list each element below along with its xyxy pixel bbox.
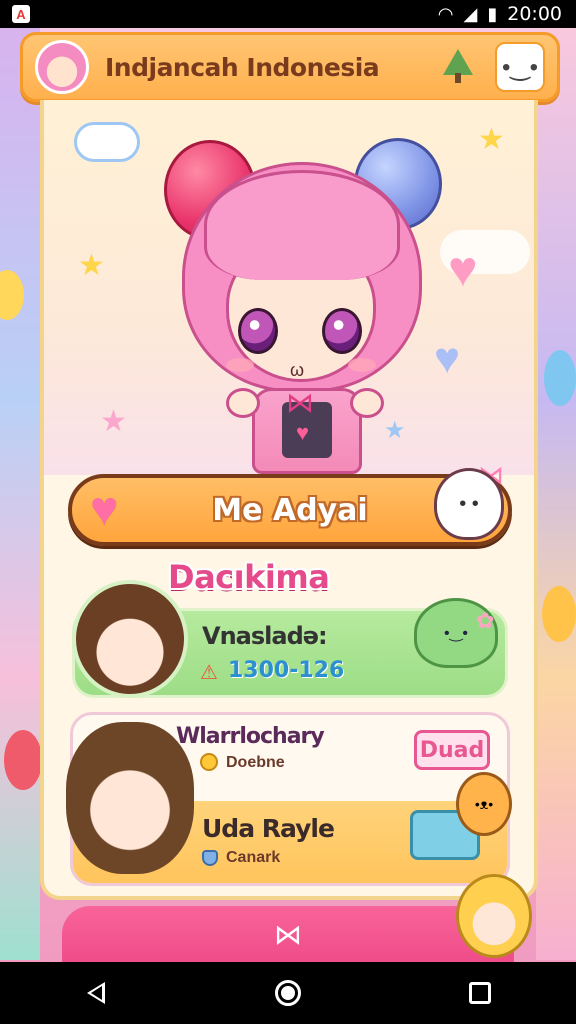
hair-bangs (204, 170, 400, 280)
balloon-decoration (544, 350, 576, 406)
app-notification-icon: A (12, 5, 30, 23)
right-eye (322, 308, 362, 354)
wifi-icon: ◠ (437, 3, 454, 24)
status-right: ◠ ◢ ▮ 20:00 (438, 3, 562, 25)
star-decoration: ★ (78, 249, 105, 282)
action-label: Me Adyai (212, 492, 368, 528)
status-bar: A ◠ ◢ ▮ 20:00 (0, 0, 576, 28)
character-illustration: ω ⋈ ♥ (134, 130, 454, 475)
bear-mascot-icon: •ᴥ• (456, 772, 512, 836)
coin-icon (200, 753, 218, 771)
list-item-subtitle: Canark (226, 849, 281, 866)
bowtie-icon[interactable]: ⋈ (274, 918, 302, 951)
list-item-value: 1300-126 (228, 658, 345, 683)
shield-icon (202, 850, 218, 866)
cloud-decoration (74, 122, 140, 162)
blush (226, 358, 254, 372)
avatar (72, 580, 188, 698)
list-item-title: Vnasladə: (202, 622, 328, 650)
app-header: Indjancah Indonesia •‿• (20, 32, 560, 102)
status-badge[interactable]: Duad (414, 730, 490, 770)
primary-action-button[interactable]: ♥ Me Adyai ⋈ • • (68, 460, 512, 546)
blush (348, 358, 376, 372)
page-title: Indjancah Indonesia (105, 52, 380, 82)
avatar[interactable] (35, 40, 89, 94)
section-heading: Dacıkima (168, 558, 330, 596)
heart-icon: ♥ (296, 420, 310, 445)
recents-icon (469, 982, 491, 1004)
star-decoration: ★ (478, 123, 505, 156)
tree-icon[interactable] (443, 49, 473, 85)
back-button[interactable] (66, 973, 126, 1013)
home-icon (275, 980, 301, 1006)
face-icon[interactable]: •‿• (495, 42, 545, 92)
heart-icon: ♥ (90, 483, 119, 536)
mouth: ω (290, 360, 305, 380)
left-eye (238, 308, 278, 354)
system-navigation-bar (0, 962, 576, 1024)
signal-icon: ◢ (463, 3, 478, 24)
balloon-decoration (542, 586, 576, 642)
character-decoration (456, 874, 532, 958)
home-button[interactable] (258, 973, 318, 1013)
status-time: 20:00 (507, 3, 562, 25)
star-decoration: ★ (100, 405, 127, 438)
ghost-mascot-icon: • • (434, 468, 504, 540)
left-hand (226, 388, 260, 418)
back-icon (87, 982, 105, 1004)
bow-icon: ⋈ (286, 387, 314, 418)
flower-icon: ✿ (476, 608, 495, 633)
right-hand (350, 388, 384, 418)
avatar (66, 722, 194, 874)
battery-icon: ▮ (487, 3, 498, 24)
list-item-header: Wlarrlochary (176, 724, 325, 749)
recents-button[interactable] (450, 973, 510, 1013)
list-item-title: Uda Rayle (202, 814, 335, 843)
side-decoration-right (536, 28, 576, 960)
list-item-subtitle: Doebne (226, 754, 285, 771)
hero-illustration: ★ ★ ★ ★ ♥ ♥ ω ⋈ ♥ (44, 100, 534, 475)
warning-icon: ⚠ (200, 662, 218, 684)
side-decoration-left (0, 28, 40, 960)
bottom-tab-bar: ⋈ (62, 906, 514, 962)
balloon-decoration (4, 730, 42, 790)
